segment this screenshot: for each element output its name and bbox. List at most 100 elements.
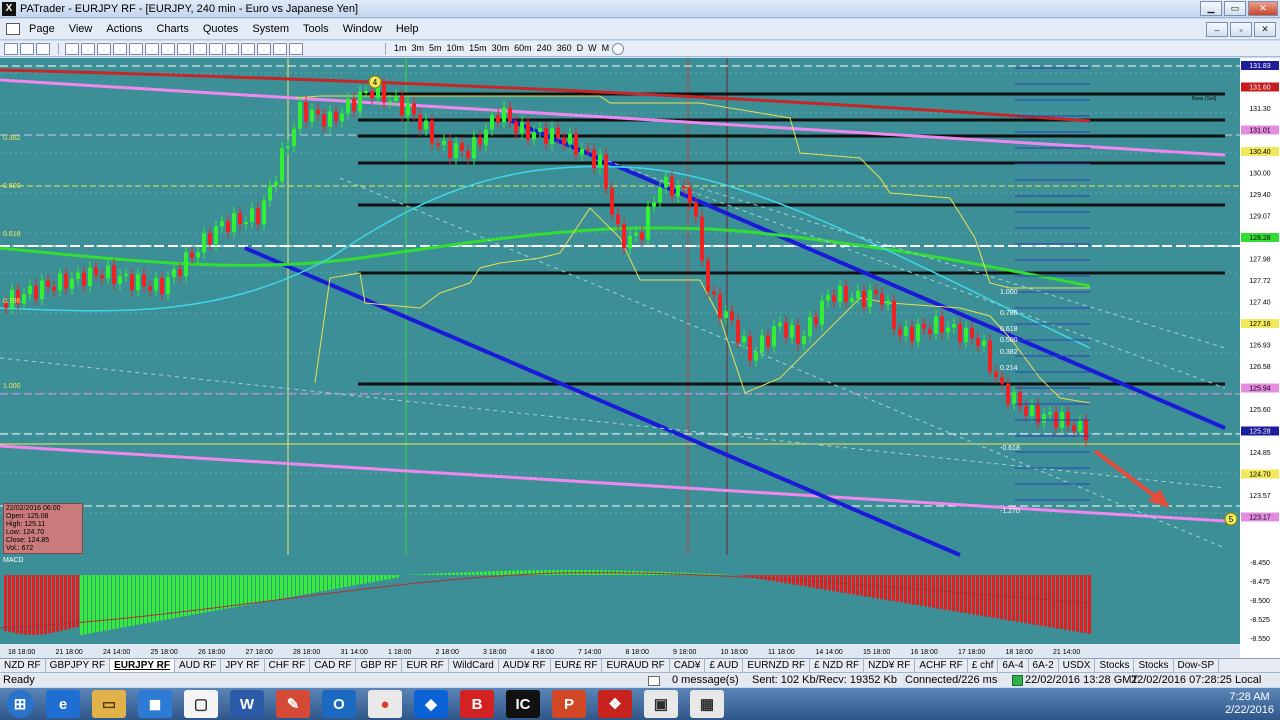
symbol-tab-19[interactable]: £ chf — [968, 659, 999, 672]
date-label: 21 14:00 — [1053, 649, 1080, 656]
symbol-tab-11[interactable]: EUR£ RF — [551, 659, 603, 672]
timeframe-60m[interactable]: 60m — [512, 42, 534, 55]
symbol-tab-13[interactable]: CAD¥ — [670, 659, 706, 672]
ellipse-icon[interactable] — [177, 42, 191, 55]
symbol-tab-3[interactable]: AUD RF — [175, 659, 222, 672]
date-label: 21 18:00 — [56, 649, 83, 656]
symbol-tab-12[interactable]: EURAUD RF — [602, 659, 670, 672]
timeframe-10m[interactable]: 10m — [445, 42, 467, 55]
timeframe-15m[interactable]: 15m — [467, 42, 489, 55]
trendline-icon[interactable] — [113, 42, 127, 55]
vline-icon[interactable] — [97, 42, 111, 55]
taskbar-app-icon-0[interactable]: ⊞ — [6, 690, 34, 718]
maximize-button[interactable]: ▭ — [1224, 1, 1246, 16]
candle-body — [1042, 414, 1046, 423]
taskbar-app-icon-1[interactable]: e — [46, 690, 80, 718]
menu-system[interactable]: System — [245, 23, 296, 35]
taskbar-app-icon-13[interactable]: ❖ — [598, 690, 632, 718]
price-chart[interactable]: 131.83 131.60 131.30 131.01 130.40 130.00 129.… — [0, 58, 1280, 659]
clock-icon[interactable] — [612, 42, 625, 55]
symbol-tab-15[interactable]: EURNZD RF — [743, 659, 811, 672]
minimize-button[interactable]: ▁ — [1200, 1, 1222, 16]
symbol-tab-20[interactable]: 6A-4 — [998, 659, 1029, 672]
pitchfork-icon[interactable] — [241, 42, 255, 55]
symbol-tab-23[interactable]: Stocks — [1095, 659, 1135, 672]
taskbar-app-icon-5[interactable]: W — [230, 690, 264, 718]
timeframe-D[interactable]: D — [575, 42, 586, 55]
symbol-tab-18[interactable]: ACHF RF — [915, 659, 968, 672]
hline-icon[interactable] — [81, 42, 95, 55]
delete-icon[interactable] — [257, 42, 271, 55]
symbol-tab-5[interactable]: CHF RF — [265, 659, 311, 672]
taskbar-app-icon-3[interactable]: ◼ — [138, 690, 172, 718]
symbol-tab-1[interactable]: GBPJPY RF — [46, 659, 111, 672]
menu-help[interactable]: Help — [389, 23, 426, 35]
taskbar-clock[interactable]: 7:28 AM 2/22/2016 — [1225, 691, 1274, 717]
taskbar-app-icon-15[interactable]: ▦ — [690, 690, 724, 718]
gann-icon[interactable] — [225, 42, 239, 55]
symbol-tab-14[interactable]: £ AUD — [705, 659, 744, 672]
taskbar-app-icon-4[interactable]: ▢ — [184, 690, 218, 718]
text-tool-icon[interactable] — [193, 42, 207, 55]
symbol-tab-2[interactable]: EURJPY RF — [110, 659, 176, 672]
symbol-tab-10[interactable]: AUD¥ RF — [499, 659, 551, 672]
child-close-button[interactable]: ✕ — [1254, 22, 1276, 37]
lock-icon[interactable] — [273, 42, 287, 55]
taskbar-app-icon-6[interactable]: ✎ — [276, 690, 310, 718]
child-minimize-button[interactable]: – — [1206, 22, 1228, 37]
arrow-tool-icon[interactable] — [209, 42, 223, 55]
candle-body — [268, 185, 272, 201]
menu-charts[interactable]: Charts — [149, 23, 195, 35]
candle-body — [370, 90, 374, 99]
candle-body — [172, 269, 176, 278]
timeframe-M[interactable]: M — [600, 42, 612, 55]
taskbar-app-icon-14[interactable]: ▣ — [644, 690, 678, 718]
fib-icon[interactable] — [145, 42, 159, 55]
candle-body — [844, 285, 848, 302]
menu-view[interactable]: View — [62, 23, 100, 35]
symbol-tab-17[interactable]: NZD¥ RF — [864, 659, 916, 672]
timeframe-3m[interactable]: 3m — [410, 42, 427, 55]
menu-actions[interactable]: Actions — [99, 23, 149, 35]
rectangle-icon[interactable] — [161, 42, 175, 55]
taskbar-app-icon-10[interactable]: B — [460, 690, 494, 718]
symbol-tab-25[interactable]: Dow-SP — [1174, 659, 1220, 672]
menu-window[interactable]: Window — [336, 23, 389, 35]
timeframe-1m[interactable]: 1m — [392, 42, 409, 55]
cursor-icon[interactable] — [65, 42, 79, 55]
symbol-tab-21[interactable]: 6A-2 — [1029, 659, 1059, 672]
close-button[interactable]: ✕ — [1248, 1, 1278, 16]
timeframe-240[interactable]: 240 — [535, 42, 554, 55]
menu-quotes[interactable]: Quotes — [196, 23, 245, 35]
symbol-tab-9[interactable]: WildCard — [449, 659, 499, 672]
symbol-tab-24[interactable]: Stocks — [1134, 659, 1174, 672]
symbol-tab-16[interactable]: £ NZD RF — [810, 659, 865, 672]
timeframe-5m[interactable]: 5m — [427, 42, 444, 55]
child-restore-button[interactable]: ▫ — [1230, 22, 1252, 37]
symbol-tab-4[interactable]: JPY RF — [221, 659, 265, 672]
macd-bar — [1088, 575, 1091, 634]
taskbar-app-icon-2[interactable]: ▭ — [92, 690, 126, 718]
taskbar-app-icon-12[interactable]: P — [552, 690, 586, 718]
timeframe-360[interactable]: 360 — [555, 42, 574, 55]
menu-page[interactable]: Page — [22, 23, 62, 35]
symbol-tab-7[interactable]: GBP RF — [356, 659, 403, 672]
timeframe-W[interactable]: W — [586, 42, 599, 55]
menu-tools[interactable]: Tools — [296, 23, 336, 35]
timeframe-30m[interactable]: 30m — [490, 42, 512, 55]
symbol-tab-22[interactable]: USDX — [1059, 659, 1096, 672]
taskbar-app-icon-11[interactable]: IC — [506, 690, 540, 718]
taskbar-app-icon-8[interactable]: ● — [368, 690, 402, 718]
zoom-icon[interactable] — [36, 42, 50, 55]
symbol-tab-0[interactable]: NZD RF — [0, 659, 46, 672]
taskbar-app-icon-9[interactable]: ◆ — [414, 690, 448, 718]
taskbar-app-icon-7[interactable]: O — [322, 690, 356, 718]
pen-icon[interactable] — [289, 42, 303, 55]
candle-body — [292, 128, 296, 147]
candle-body — [808, 316, 812, 337]
symbol-tab-8[interactable]: EUR RF — [402, 659, 449, 672]
symbol-tab-6[interactable]: CAD RF — [310, 659, 357, 672]
channel-icon[interactable] — [129, 42, 143, 55]
line-chart-icon[interactable] — [4, 42, 18, 55]
crosshair-icon[interactable] — [20, 42, 34, 55]
